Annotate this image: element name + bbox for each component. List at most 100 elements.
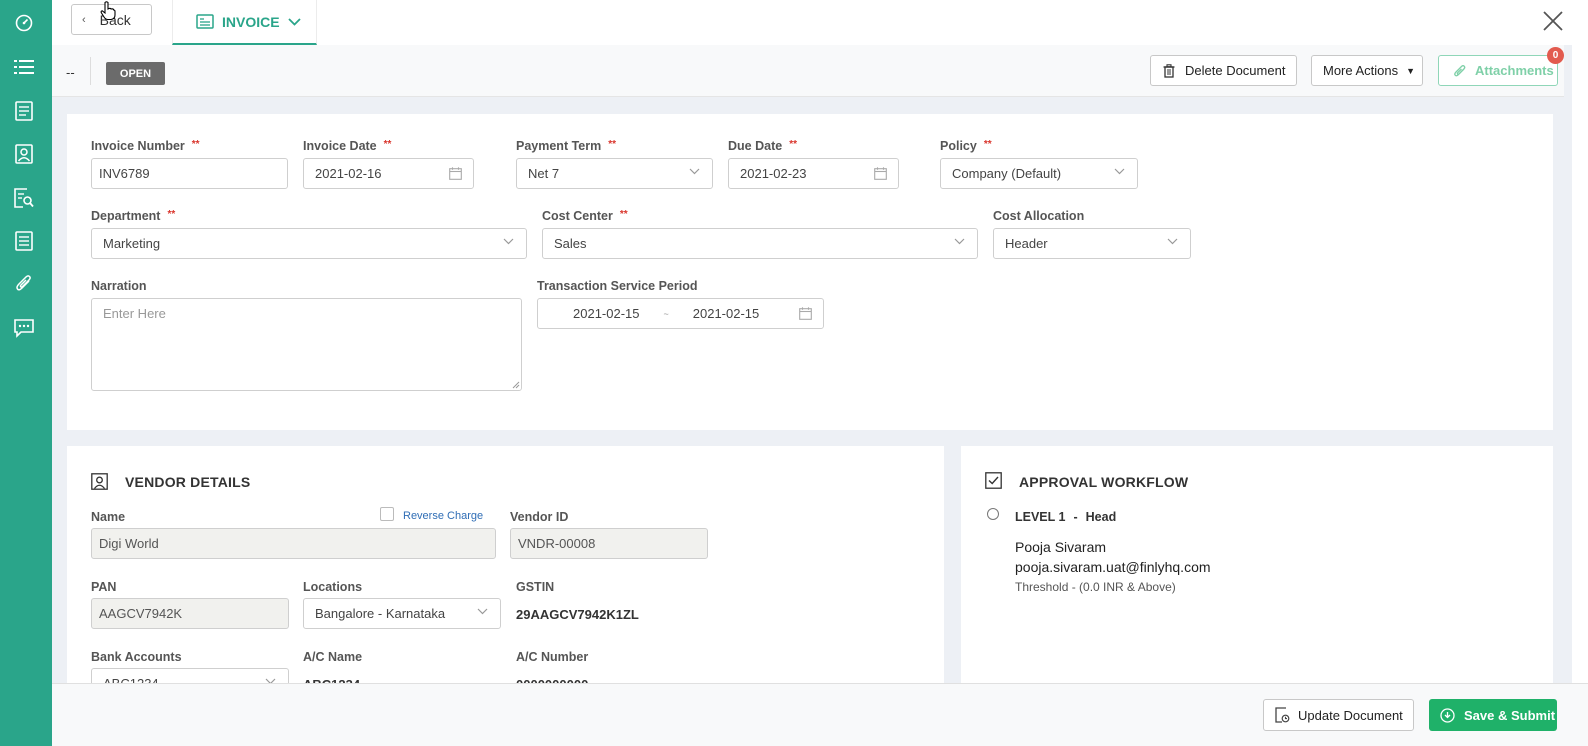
- attachments-count-badge: 0: [1547, 47, 1564, 64]
- sidebar: [0, 0, 52, 746]
- department-select[interactable]: Marketing: [91, 228, 527, 259]
- ac-name-label: A/C Name: [303, 650, 363, 664]
- chevron-down-icon: [477, 608, 488, 615]
- save-and-submit-button[interactable]: Save & Submit: [1429, 699, 1557, 731]
- calendar-icon: [449, 167, 462, 180]
- chevron-down-icon: [1114, 168, 1125, 175]
- invoice-form: Invoice Number ** INV6789 Invoice Date ** …: [67, 114, 1553, 430]
- invoice-number-input[interactable]: INV6789: [91, 158, 288, 189]
- approver-email: pooja.sivaram.uat@finlyhq.com: [1015, 559, 1211, 575]
- bank-accounts-label: Bank Accounts: [91, 650, 182, 664]
- department-label: Department **: [91, 209, 176, 223]
- chevron-left-icon: ‹: [82, 13, 86, 26]
- service-period-range-picker[interactable]: 2021-02-15 ~ 2021-02-15: [537, 298, 824, 329]
- attachments-button[interactable]: Attachments 0: [1438, 47, 1564, 86]
- narration-textarea[interactable]: Enter Here: [91, 298, 522, 391]
- resize-handle-icon[interactable]: [512, 381, 520, 389]
- footer-bar: Update Document Save & Submit: [52, 683, 1588, 746]
- scrollbar[interactable]: [1572, 45, 1588, 685]
- divider: [90, 57, 91, 85]
- approval-workflow-title: APPROVAL WORKFLOW: [1019, 474, 1189, 490]
- pan-field: AAGCV7942K: [91, 598, 289, 629]
- chevron-down-icon: [1167, 238, 1178, 245]
- vendor-details-panel: VENDOR DETAILS Name Reverse Charge Digi …: [67, 446, 944, 699]
- update-document-icon: [1275, 707, 1290, 723]
- tab-invoice-label: INVOICE: [222, 13, 280, 30]
- checkbox-checked-icon: [985, 472, 1002, 489]
- invoice-icon: [196, 14, 214, 29]
- top-bar: ‹ Back INVOICE: [52, 0, 1588, 45]
- more-actions-button[interactable]: More Actions ▼: [1311, 55, 1423, 86]
- paperclip-icon: [1454, 64, 1466, 76]
- approval-threshold: Threshold - (0.0 INR & Above): [1015, 580, 1176, 594]
- paperclip-icon[interactable]: [12, 272, 36, 296]
- attachments-label: Attachments: [1475, 63, 1554, 78]
- scrollbar-thumb[interactable]: [1576, 53, 1584, 143]
- save-and-submit-label: Save & Submit: [1464, 707, 1556, 723]
- vendor-name-label: Name: [91, 510, 126, 524]
- vendor-name-field: Digi World: [91, 528, 496, 559]
- delete-document-button[interactable]: Delete Document: [1150, 55, 1297, 86]
- action-bar: -- OPEN Delete Document More Actions ▼ A…: [52, 45, 1564, 97]
- report-icon[interactable]: [12, 229, 36, 253]
- calendar-icon: [799, 307, 812, 320]
- approver-name: Pooja Sivaram: [1015, 539, 1107, 555]
- level-radio[interactable]: [987, 508, 999, 520]
- gstin-label: GSTIN: [516, 580, 555, 594]
- cost-center-select[interactable]: Sales: [542, 228, 978, 259]
- vendor-details-title: VENDOR DETAILS: [125, 474, 251, 490]
- cost-allocation-label: Cost Allocation: [993, 209, 1085, 223]
- approval-level: LEVEL 1- Head: [1015, 510, 1117, 524]
- update-document-label: Update Document: [1298, 707, 1403, 723]
- vendor-icon: [91, 473, 108, 490]
- search-document-icon[interactable]: [12, 186, 36, 210]
- approval-workflow-panel: APPROVAL WORKFLOW LEVEL 1- Head Pooja Siv…: [961, 446, 1553, 686]
- status-badge: OPEN: [106, 62, 165, 85]
- invoice-number-label: Invoice Number **: [91, 139, 200, 153]
- submit-icon: [1440, 707, 1455, 723]
- vendor-id-label: Vendor ID: [510, 510, 569, 524]
- contact-icon[interactable]: [12, 142, 36, 166]
- chevron-down-icon: [954, 238, 965, 245]
- pan-label: PAN: [91, 580, 117, 594]
- delete-document-label: Delete Document: [1185, 63, 1286, 78]
- due-date-label: Due Date **: [728, 139, 797, 153]
- service-period-end[interactable]: 2021-02-15: [693, 306, 760, 321]
- calendar-icon: [874, 167, 887, 180]
- chat-icon[interactable]: [12, 316, 36, 340]
- chevron-down-icon: [503, 238, 514, 245]
- locations-select[interactable]: Bangalore - Karnataka: [303, 598, 501, 629]
- service-period-label: Transaction Service Period: [537, 279, 698, 293]
- chevron-down-icon: [689, 168, 700, 175]
- reverse-charge-checkbox[interactable]: [380, 507, 394, 521]
- due-date-picker[interactable]: 2021-02-23: [728, 158, 899, 189]
- more-actions-label: More Actions: [1323, 63, 1399, 78]
- tab-invoice[interactable]: INVOICE: [172, 0, 317, 45]
- document-list-icon[interactable]: [12, 99, 36, 123]
- cost-center-label: Cost Center **: [542, 209, 628, 223]
- dashboard-icon[interactable]: [12, 10, 36, 34]
- policy-label: Policy **: [940, 139, 992, 153]
- payment-term-select[interactable]: Net 7: [516, 158, 713, 189]
- narration-label: Narration: [91, 279, 147, 293]
- cost-allocation-select[interactable]: Header: [993, 228, 1191, 259]
- document-number: --: [66, 65, 75, 80]
- policy-select[interactable]: Company (Default): [940, 158, 1138, 189]
- hand-cursor-icon: [100, 1, 116, 21]
- range-separator: ~: [663, 308, 669, 319]
- update-document-button[interactable]: Update Document: [1263, 699, 1414, 731]
- service-period-start[interactable]: 2021-02-15: [573, 306, 640, 321]
- chevron-down-icon: [287, 17, 301, 26]
- caret-down-icon: ▼: [1406, 65, 1416, 76]
- gstin-value: 29AAGCV7942K1ZL: [516, 607, 639, 622]
- trash-icon: [1163, 63, 1175, 78]
- invoice-date-picker[interactable]: 2021-02-16: [303, 158, 474, 189]
- list-icon[interactable]: [12, 55, 36, 79]
- invoice-date-label: Invoice Date **: [303, 139, 392, 153]
- reverse-charge-label[interactable]: Reverse Charge: [403, 510, 483, 522]
- payment-term-label: Payment Term **: [516, 139, 617, 153]
- vendor-id-field: VNDR-00008: [510, 528, 708, 559]
- locations-label: Locations: [303, 580, 363, 594]
- ac-number-label: A/C Number: [516, 650, 589, 664]
- close-icon[interactable]: [1538, 6, 1568, 36]
